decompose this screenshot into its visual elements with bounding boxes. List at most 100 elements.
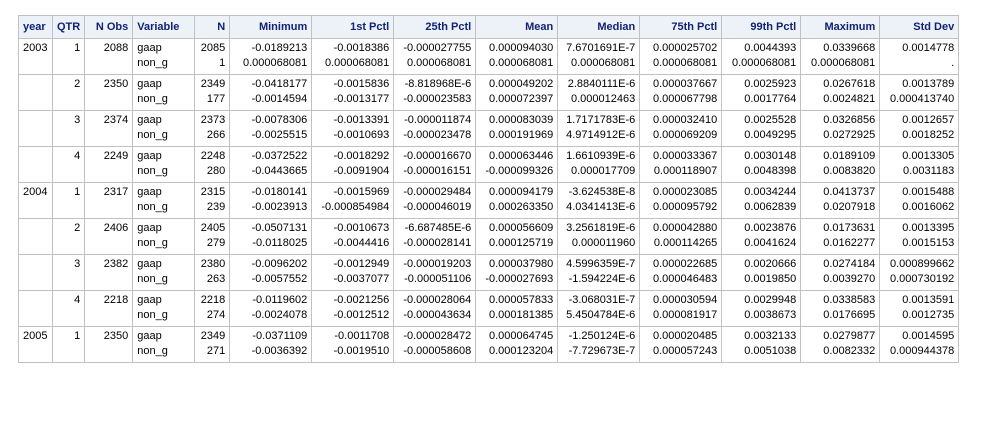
cell-1st-pctl: -0.0012949 -0.0037077: [311, 254, 395, 291]
stat-value: 0.000057243: [653, 345, 718, 357]
stat-value: 0.0030148: [744, 150, 797, 162]
cell-qtr: 1: [51, 38, 86, 75]
cell-qtr: 2: [51, 218, 86, 255]
stat-value: -0.0015969: [333, 186, 390, 198]
stat-value: -0.0096202: [251, 258, 308, 270]
cell-1st-pctl: -0.0018292 -0.0091904: [311, 146, 395, 183]
stat-value: -0.000051106: [404, 273, 472, 285]
stat-value: -0.0371109: [252, 330, 308, 342]
cell-nobs: 2249: [84, 146, 134, 183]
stat-value: 0.000063446: [489, 150, 554, 162]
stat-value: -0.0010693: [333, 129, 390, 141]
stat-value: -0.0013177: [333, 93, 390, 105]
stat-value: -0.000854984: [321, 201, 390, 213]
stat-value: 0.000033367: [653, 150, 718, 162]
stat-value: 0.0207918: [823, 201, 876, 213]
cell-year: [18, 74, 53, 111]
cell-year: 2005: [18, 326, 53, 363]
stat-value: 0.0014595: [902, 330, 955, 342]
stat-value: -0.0189213: [251, 42, 308, 54]
stat-value: 0.000095792: [653, 201, 718, 213]
cell-25th-pctl: -0.000011874 -0.000023478: [393, 110, 477, 147]
stat-value: 0.0041624: [744, 237, 797, 249]
stat-value: 0.000068081: [653, 57, 718, 69]
cell-minimum: -0.0180141 -0.0023913: [229, 182, 313, 219]
stat-value: 0.000057833: [489, 294, 554, 306]
stat-value: -0.0019510: [333, 345, 390, 357]
stat-value: 2085: [200, 42, 226, 54]
cell-year: [18, 110, 53, 147]
cell-25th-pctl: -0.000027755 0.000068081: [393, 38, 477, 75]
table-row: 3 2374 gaap non_g 2373 266 -0.0078306 -0.002551…: [18, 110, 960, 147]
stat-value: 279: [206, 237, 226, 249]
stat-value: -0.0018386: [333, 42, 390, 54]
stat-value: 0.0032133: [744, 330, 797, 342]
variable-name: gaap: [137, 42, 162, 54]
stat-value: 0.000046483: [653, 273, 718, 285]
stat-value: -0.0118025: [252, 237, 308, 249]
cell-25th-pctl: -8.818968E-6 -0.000023583: [393, 74, 477, 111]
table-row: 2004 1 2317 gaap non_g 2315 239 -0.0180141 -0.00…: [18, 182, 960, 219]
stat-value: -0.0091904: [333, 165, 390, 177]
cell-n: 2373 266: [194, 110, 231, 147]
col-header-mean: Mean: [475, 15, 559, 39]
cell-variable: gaap non_g: [132, 254, 196, 291]
stat-value: 1.6610939E-6: [566, 150, 636, 162]
col-header-std-dev: Std Dev: [879, 15, 960, 39]
stat-value: 2248: [200, 150, 226, 162]
stat-value: -0.0119602: [252, 294, 308, 306]
variable-name: gaap: [137, 294, 162, 306]
stat-value: 0.000068081: [325, 57, 390, 69]
stat-value: 266: [206, 129, 226, 141]
cell-99th-pctl: 0.0029948 0.0038673: [721, 290, 802, 327]
stat-value: 0.0338583: [823, 294, 876, 306]
stat-value: -0.0010673: [333, 222, 390, 234]
cell-mean: 0.000064745 0.000123204: [475, 326, 559, 363]
stat-value: -0.0057552: [251, 273, 308, 285]
stat-value: 0.000123204: [489, 345, 554, 357]
stat-value: -0.0418177: [251, 78, 308, 90]
stat-value: 0.000069209: [653, 129, 718, 141]
cell-median: -3.624538E-8 4.0341413E-6: [557, 182, 641, 219]
table-row: 2003 1 2088 gaap non_g 2085 1 -0.0189213 0.00006…: [18, 38, 960, 75]
cell-1st-pctl: -0.0015836 -0.0013177: [311, 74, 395, 111]
stat-value: 0.000118907: [653, 165, 718, 177]
stat-value: 0.0018252: [902, 129, 955, 141]
table-row: 3 2382 gaap non_g 2380 263 -0.0096202 -0.005755…: [18, 254, 960, 291]
stat-value: -0.000019203: [403, 258, 472, 270]
table-row: 2 2406 gaap non_g 2405 279 -0.0507131 -0.011802…: [18, 218, 960, 255]
stat-value: 0.000025702: [653, 42, 718, 54]
stat-value: 239: [206, 201, 226, 213]
cell-qtr: 1: [51, 182, 86, 219]
cell-variable: gaap non_g: [132, 74, 196, 111]
stat-value: -0.000011874: [404, 114, 472, 126]
cell-99th-pctl: 0.0020666 0.0019850: [721, 254, 802, 291]
stat-value: 0.0049295: [744, 129, 797, 141]
stat-value: 0.000094179: [489, 186, 554, 198]
stat-value: -0.0044416: [333, 237, 390, 249]
stat-value: 0.000030594: [653, 294, 718, 306]
cell-minimum: -0.0119602 -0.0024078: [229, 290, 313, 327]
stat-value: 0.0019850: [744, 273, 797, 285]
stat-value: 0.0014778: [902, 42, 955, 54]
col-header-qtr: QTR: [51, 15, 86, 39]
cell-25th-pctl: -0.000028064 -0.000043634: [393, 290, 477, 327]
summary-statistics-table: year QTR N Obs Variable N Minimum 1st Pc…: [18, 15, 960, 363]
stat-value: 3.2561819E-6: [566, 222, 636, 234]
cell-25th-pctl: -0.000016670 -0.000016151: [393, 146, 477, 183]
cell-99th-pctl: 0.0032133 0.0051038: [721, 326, 802, 363]
stat-value: 0.000012463: [571, 93, 636, 105]
cell-25th-pctl: -0.000029484 -0.000046019: [393, 182, 477, 219]
stat-value: -0.000058608: [403, 345, 472, 357]
stat-value: -0.0443665: [251, 165, 308, 177]
stat-value: -3.624538E-8: [568, 186, 636, 198]
stat-value: -0.0021256: [333, 294, 390, 306]
col-header-variable: Variable: [132, 15, 196, 39]
cell-mean: 0.000056609 0.000125719: [475, 218, 559, 255]
cell-75th-pctl: 0.000032410 0.000069209: [639, 110, 723, 147]
stat-value: 0.000067798: [653, 93, 718, 105]
col-header-median: Median: [557, 15, 641, 39]
stat-value: 0.0017764: [744, 93, 797, 105]
variable-name: gaap: [137, 150, 162, 162]
stat-value: 0.000263350: [489, 201, 554, 213]
